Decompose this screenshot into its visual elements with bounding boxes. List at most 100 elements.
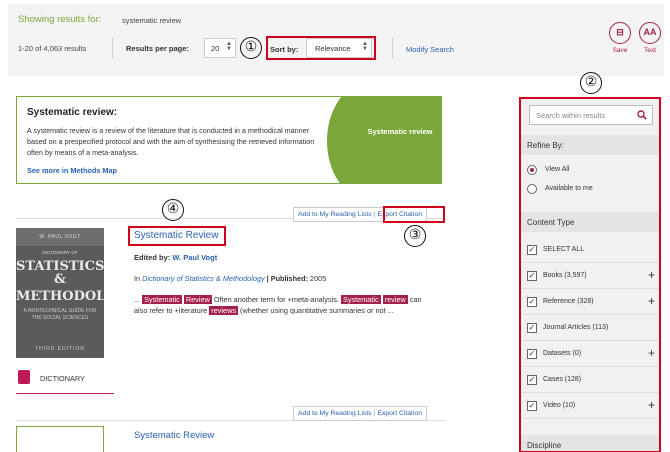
expand-plus-icon[interactable]: + (648, 346, 655, 360)
dictionary-icon (18, 370, 30, 384)
radio-view-all[interactable]: View All (527, 165, 657, 179)
save-icon: ⊟ (609, 22, 631, 44)
filter-label: Datasets (0) (543, 350, 582, 357)
snippet-text: (whether using quantitative summaries or… (240, 306, 394, 315)
text-size-button[interactable]: AA Text (637, 22, 663, 54)
snippet-highlight: Systematic (142, 295, 182, 304)
definition-badge-shape (327, 97, 441, 183)
save-label: Save (612, 47, 628, 54)
filter-label: Cases (128) (543, 376, 582, 383)
book-cover[interactable]: W. PAUL VOGT DICTIONARY OF STATISTICS & … (16, 228, 104, 358)
results-per-page-label: Results per page: (126, 44, 189, 53)
filter-label: Books (3,597) (543, 272, 587, 279)
radio-label: View All (545, 166, 570, 173)
filter-select-all[interactable]: ✓ SELECT ALL (521, 237, 659, 263)
checkbox-checked-icon: ✓ (527, 401, 537, 411)
result-actions: Add to My Reading Lists | Export Citation (293, 406, 428, 421)
query-text: systematic review (122, 16, 182, 25)
sort-by-value: Relevance (315, 44, 351, 53)
search-icon[interactable] (637, 110, 647, 120)
snippet-text: ... (134, 295, 141, 304)
published-label: | Published: (266, 274, 309, 283)
in-label: In (134, 274, 141, 283)
results-controls: 1-20 of 4,063 results Results per page: … (8, 34, 608, 62)
results-toolbar: Showing results for: systematic review 1… (8, 4, 664, 76)
definition-title: Systematic review: (27, 107, 118, 118)
export-citation-link[interactable]: Export Citation (377, 410, 422, 417)
cover-author: W. PAUL VOGT (39, 234, 81, 240)
refine-sidebar: Search within results Refine By: View Al… (519, 97, 661, 452)
snippet-highlight: review (382, 295, 408, 304)
cover-title-line: STATISTICS & (16, 259, 104, 287)
annotation-marker-4: ④ (162, 199, 184, 221)
definition-badge[interactable]: Systematic review (361, 125, 439, 138)
expand-plus-icon[interactable]: + (648, 294, 655, 308)
filter-reference[interactable]: ✓ Reference (328) + (521, 289, 659, 315)
filter-label: Reference (328) (543, 298, 594, 305)
source-link[interactable]: Dictionary of Statistics & Methodology (142, 274, 264, 283)
annotation-highlight-export (383, 206, 445, 223)
source-line: In Dictionary of Statistics & Methodolog… (134, 274, 326, 283)
sort-by-label: Sort by: (270, 45, 299, 54)
expand-plus-icon[interactable]: + (648, 268, 655, 282)
cover-edition: THIRD EDITION (35, 346, 85, 352)
content-type-underline (16, 393, 114, 394)
checkbox-checked-icon: ✓ (527, 297, 537, 307)
filter-label: SELECT ALL (543, 246, 585, 253)
filter-label: Journal Articles (113) (543, 324, 609, 331)
annotation-marker-2: ② (580, 72, 602, 94)
cover-subtitle: A NONTECHNICAL GUIDE FOR THE SOCIAL SCIE… (23, 308, 97, 321)
annotation-marker-1: ① (240, 37, 262, 59)
sort-by-select[interactable]: Relevance ▲ ▼ (306, 38, 372, 58)
modify-search-link[interactable]: Modify Search (406, 45, 454, 54)
snippet-highlight: reviews (209, 306, 238, 315)
save-button[interactable]: ⊟ Save (607, 22, 633, 54)
checkbox-checked-icon: ✓ (527, 349, 537, 359)
filter-datasets[interactable]: ✓ Datasets (0) + (521, 341, 659, 367)
radio-label: Available to me (545, 185, 593, 192)
annotation-marker-3: ③ (404, 225, 426, 247)
filter-label: Video (10) (543, 402, 576, 409)
content-type-label: DICTIONARY (40, 374, 85, 383)
results-per-page-select[interactable]: 20 ▲ ▼ (204, 38, 236, 58)
result-snippet: ... Systematic Review Often another term… (134, 294, 434, 316)
showing-results-label: Showing results for: (18, 14, 102, 25)
search-placeholder: Search within results (536, 111, 606, 120)
filter-cases[interactable]: ✓ Cases (128) (521, 367, 659, 393)
book-cover[interactable] (16, 426, 104, 452)
radio-selected-icon (527, 165, 537, 175)
checkbox-checked-icon: ✓ (527, 375, 537, 385)
snippet-highlight: Review (183, 295, 212, 304)
results-per-page-value: 20 (211, 44, 220, 53)
definition-box: Systematic review: A systematic review i… (16, 96, 442, 184)
text-size-label: Text (644, 47, 656, 54)
divider (392, 38, 393, 58)
snippet-highlight: Systematic (340, 295, 381, 304)
edited-by: Edited by: W. Paul Vogt (134, 253, 217, 262)
result-title-link[interactable]: Systematic Review (134, 230, 218, 241)
content-type-heading: Content Type (521, 212, 659, 232)
checkbox-checked-icon: ✓ (527, 245, 537, 255)
radio-available-to-me[interactable]: Available to me (527, 184, 657, 198)
text-size-icon: AA (639, 22, 661, 44)
checkbox-checked-icon: ✓ (527, 323, 537, 333)
filter-journal-articles[interactable]: ✓ Journal Articles (113) (521, 315, 659, 341)
add-to-reading-list-link[interactable]: Add to My Reading Lists (298, 410, 372, 417)
editor-link[interactable]: W. Paul Vogt (172, 253, 217, 262)
discipline-heading: Discipline (521, 435, 659, 451)
search-within-input[interactable]: Search within results (529, 105, 653, 125)
refine-by-heading: Refine By: (521, 135, 659, 155)
definition-body: A systematic review is a review of the l… (27, 126, 315, 157)
edited-by-label: Edited by: (134, 253, 171, 262)
updown-arrows-icon: ▲ ▼ (226, 41, 232, 52)
methods-map-link[interactable]: See more in Methods Map (27, 166, 117, 175)
expand-plus-icon[interactable]: + (648, 398, 655, 412)
filter-books[interactable]: ✓ Books (3,597) + (521, 263, 659, 289)
published-year: 2005 (310, 274, 327, 283)
add-to-reading-list-link[interactable]: Add to My Reading Lists (298, 211, 372, 218)
result-title-link[interactable]: Systematic Review (134, 430, 214, 441)
radio-unselected-icon (527, 184, 537, 194)
cover-title-line: METHODOLOGY (16, 289, 104, 304)
filter-video[interactable]: ✓ Video (10) + (521, 393, 659, 419)
results-count: 1-20 of 4,063 results (18, 44, 87, 53)
